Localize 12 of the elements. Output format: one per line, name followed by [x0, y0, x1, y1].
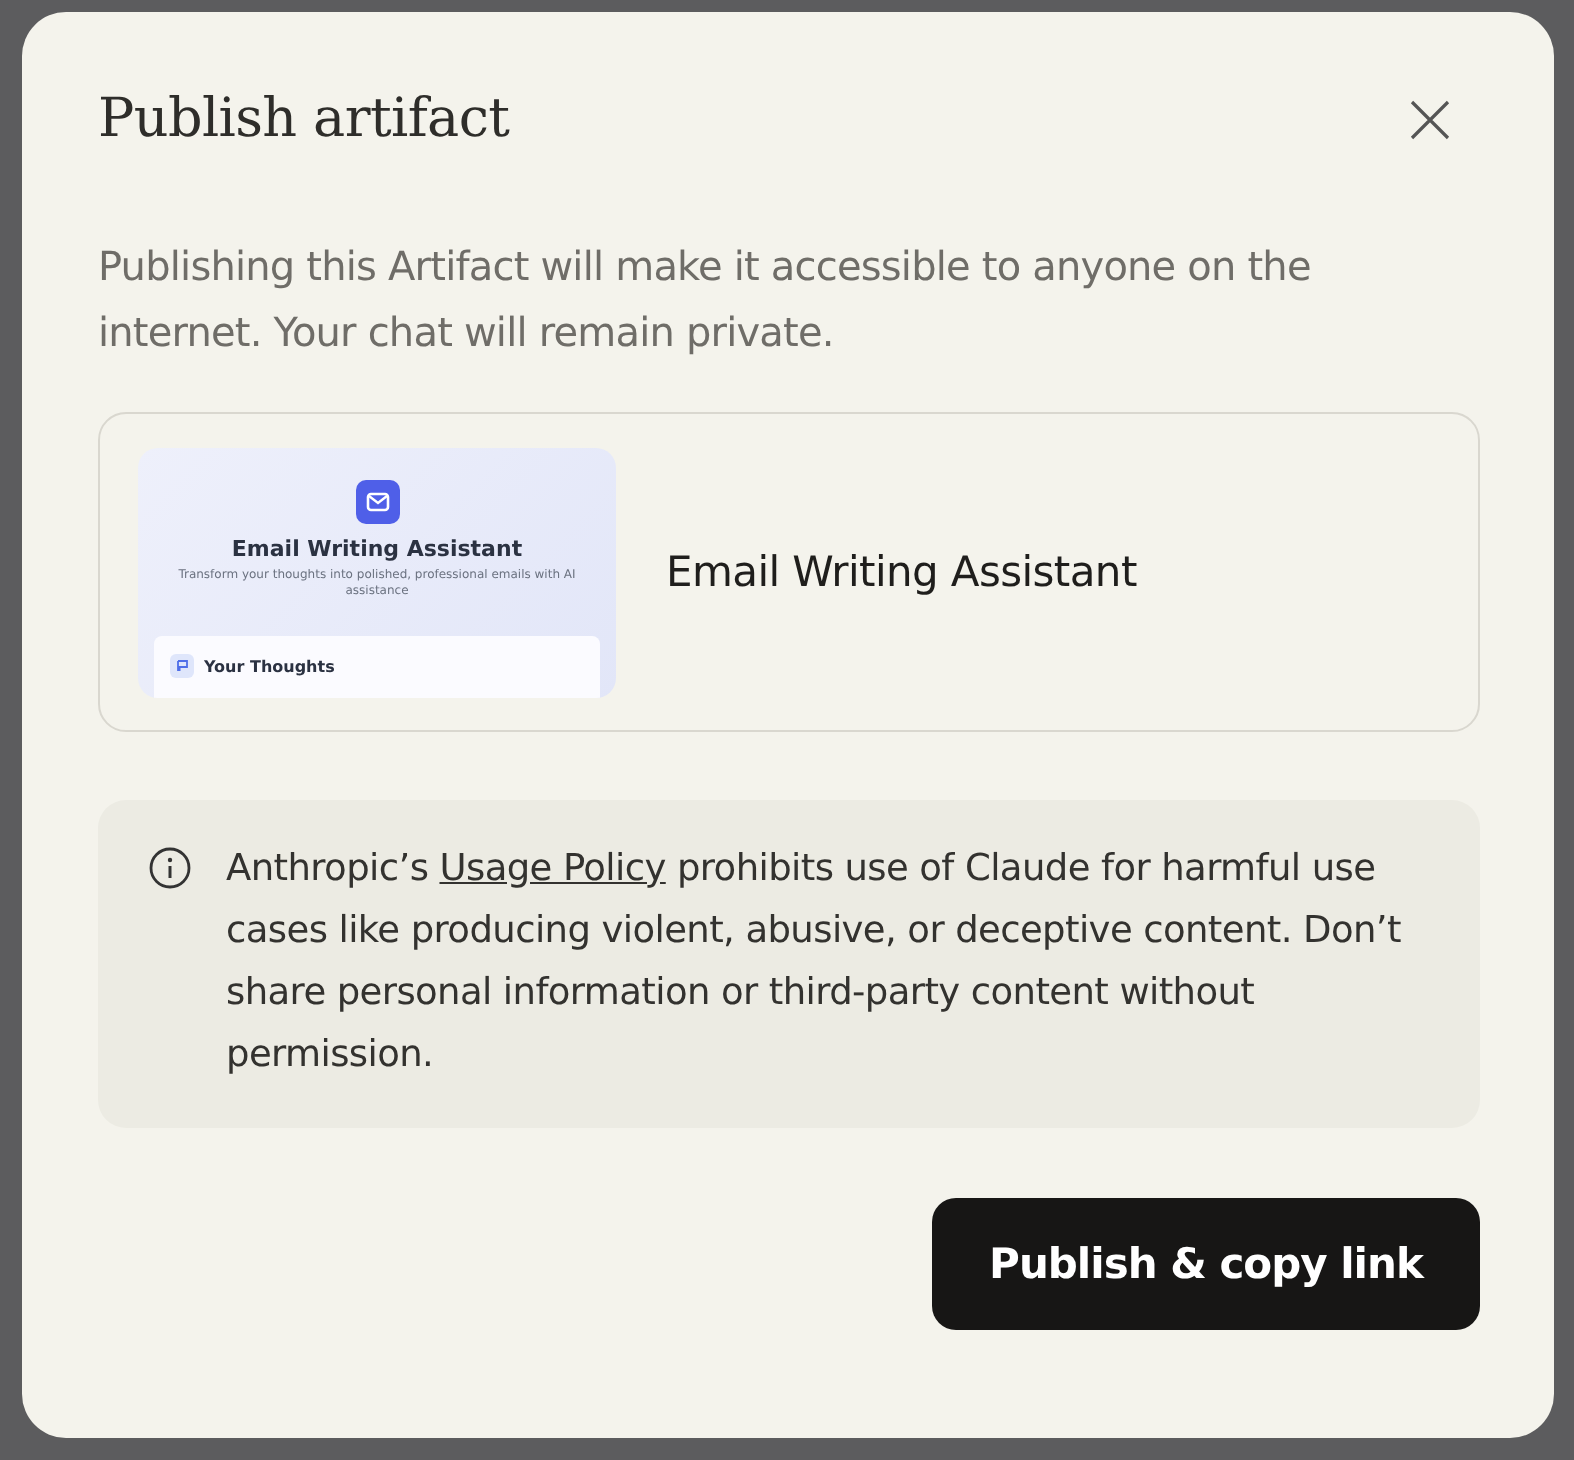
- close-icon: [1408, 97, 1452, 141]
- chat-icon: [170, 654, 194, 678]
- artifact-name: Email Writing Assistant: [666, 548, 1137, 596]
- usage-policy-link[interactable]: Usage Policy: [439, 848, 666, 890]
- preview-heading: Email Writing Assistant: [231, 535, 523, 561]
- policy-text: Anthropic’s Usage Policy prohibits use of Claude for harmful use cases like producing violent, abusive, or deceptive content. Don’t share personal information or third-party content without permission.: [226, 846, 1403, 1080]
- dialog-title: Publish artifact: [98, 88, 510, 150]
- info-icon: [148, 846, 192, 890]
- publish-button[interactable]: Publish & copy link: [932, 1198, 1480, 1330]
- preview-section-label: Your Thoughts: [204, 657, 335, 675]
- dialog-description: Publishing this Artifact will make it accessible to anyone on the internet. Your chat will remain private.: [98, 240, 1313, 360]
- mail-icon: [355, 479, 399, 523]
